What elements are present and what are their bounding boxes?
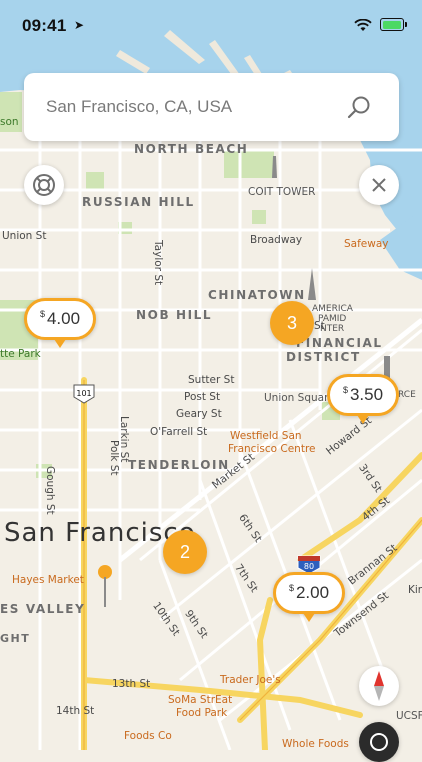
district-label: CHINATOWN (208, 288, 306, 302)
battery-icon (380, 18, 407, 31)
street-label: O'Farrell St (150, 426, 208, 438)
price-marker[interactable]: $ 2.00 (273, 572, 345, 622)
status-bar: 09:41 ➤ (0, 0, 422, 44)
poi-label: GHT (0, 632, 31, 645)
poi-label: AMERICA (312, 304, 353, 314)
poi-label: Francisco Centre (228, 443, 316, 455)
street-label: 14th St (56, 705, 95, 717)
location-arrow-icon: ➤ (74, 18, 85, 32)
lifebuoy-icon (33, 174, 55, 196)
compass-button[interactable] (359, 666, 399, 706)
poi-label: Safeway (344, 238, 389, 250)
poi-label: son (0, 116, 19, 128)
street-label: Sutter St (188, 374, 235, 386)
price-amount: 4.00 (46, 309, 81, 328)
dropped-pin-icon[interactable] (98, 565, 114, 607)
street-label: Taylor St (152, 240, 164, 286)
price-amount: 3.50 (349, 385, 384, 404)
search-location-text[interactable]: San Francisco, CA, USA (46, 97, 232, 117)
poi-label: RCE (398, 390, 416, 400)
street-label: Geary St (176, 408, 222, 420)
price-marker[interactable]: $ 3.50 (327, 374, 399, 424)
search-bar[interactable]: San Francisco, CA, USA (24, 73, 399, 141)
street-label: Broadway (250, 234, 303, 246)
poi-label: Whole Foods (282, 738, 349, 750)
street-label: Gough St (44, 466, 56, 515)
current-location-button[interactable] (359, 722, 399, 762)
district-label: DISTRICT (286, 350, 361, 364)
district-label: NOB HILL (136, 308, 213, 322)
district-label: TENDERLOIN (128, 458, 230, 472)
street-label: 13th St (112, 678, 151, 690)
poi-label: Trader Joe's (220, 674, 281, 686)
close-button[interactable] (359, 165, 399, 205)
district-label: ES VALLEY (0, 602, 86, 616)
help-button[interactable] (24, 165, 64, 205)
status-time: 09:41 (22, 16, 67, 35)
poi-label: Union Square (264, 392, 335, 404)
poi-label: Westfield San (230, 430, 302, 442)
price-amount: 2.00 (295, 583, 330, 602)
poi-label: COIT TOWER (248, 186, 316, 198)
poi-label: Hayes Market (12, 574, 84, 586)
poi-label: PAMID (318, 314, 347, 324)
poi-label: SoMa StrEat (168, 694, 233, 706)
district-label: FINANCIAL (296, 336, 383, 350)
crosshair-icon (370, 733, 388, 751)
street-label: Union St (2, 230, 47, 242)
poi-label: NTER (320, 324, 345, 334)
poi-label: Food Park (176, 707, 228, 719)
district-label: RUSSIAN HILL (82, 195, 195, 209)
price-marker[interactable]: $ 4.00 (24, 298, 96, 348)
price-currency: $ (342, 385, 348, 395)
cluster-marker[interactable]: 3 (270, 301, 314, 345)
street-label: Polk St (108, 440, 120, 476)
price-currency: $ (39, 309, 45, 319)
compass-icon (374, 671, 384, 701)
search-icon[interactable] (347, 95, 371, 119)
cluster-marker[interactable]: 2 (163, 530, 207, 574)
poi-label: UCSF (396, 710, 422, 722)
highway-80-shield: 80 (304, 562, 314, 571)
wifi-icon (354, 19, 372, 31)
district-label: NORTH BEACH (134, 142, 249, 156)
poi-label: Foods Co (124, 730, 172, 742)
street-label: Kin (408, 584, 422, 596)
price-currency: $ (288, 583, 294, 593)
close-icon (372, 178, 386, 192)
poi-label: tte Park (0, 348, 41, 360)
highway-101-shield: 101 (76, 389, 91, 398)
street-label: Post St (184, 391, 221, 403)
